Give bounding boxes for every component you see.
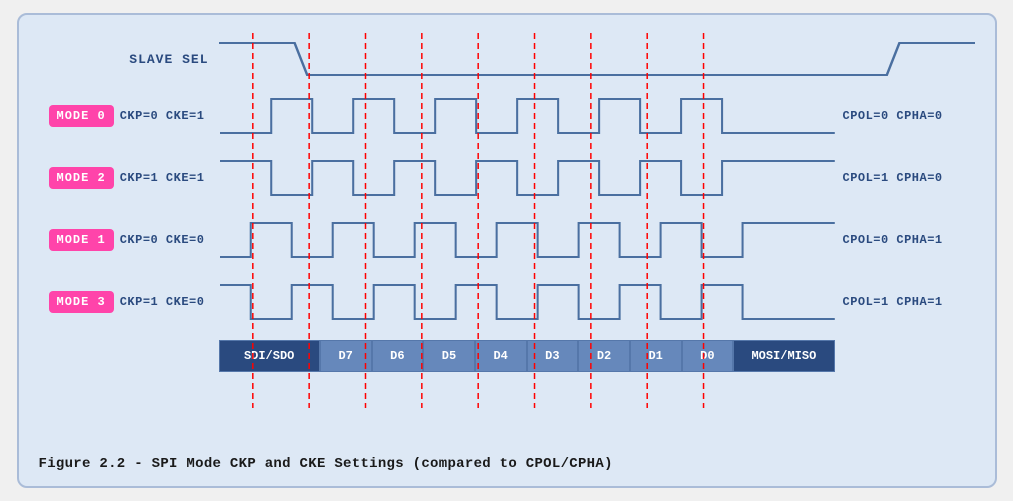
- figure-caption: Figure 2.2 - SPI Mode CKP and CKE Settin…: [39, 456, 975, 472]
- slave-sel-label: SLAVE SEL: [49, 52, 219, 67]
- mode-0-params: CKP=0 CKE=1: [120, 109, 220, 123]
- data-seg-d7: D7: [320, 340, 372, 372]
- mode-1-row: MODE 1 CKP=0 CKE=0 CPOL=0 CPHA=1: [49, 209, 975, 271]
- mode-1-params: CKP=0 CKE=0: [120, 233, 220, 247]
- mode-0-row: MODE 0 CKP=0 CKE=1 CPOL=0 CPHA=0: [49, 85, 975, 147]
- data-seg-mosi-miso: MOSI/MISO: [733, 340, 834, 372]
- slave-sel-row: SLAVE SEL: [49, 33, 975, 85]
- mode-1-cpol: CPOL=0 CPHA=1: [835, 233, 975, 247]
- mode-2-row: MODE 2 CKP=1 CKE=1 CPOL=1 CPHA=0: [49, 147, 975, 209]
- mode-2-badge: MODE 2: [49, 167, 114, 189]
- mode-1-wave: [220, 209, 835, 271]
- mode-2-wave: [220, 147, 835, 209]
- mode-2-cpol: CPOL=1 CPHA=0: [835, 171, 975, 185]
- mode-0-badge: MODE 0: [49, 105, 114, 127]
- data-seg-d5: D5: [423, 340, 475, 372]
- mode-3-row: MODE 3 CKP=1 CKE=0 CPOL=1 CPHA=1: [49, 271, 975, 333]
- slave-sel-wave: [219, 33, 975, 85]
- diagram-container: SLAVE SEL MODE 0 CKP=0 CKE=1: [17, 13, 997, 488]
- mode-1-badge: MODE 1: [49, 229, 114, 251]
- mode-3-badge: MODE 3: [49, 291, 114, 313]
- diagram-area: SLAVE SEL MODE 0 CKP=0 CKE=1: [39, 33, 975, 446]
- mode-0-wave: [220, 85, 835, 147]
- mode-3-cpol: CPOL=1 CPHA=1: [835, 295, 975, 309]
- data-seg-d2: D2: [578, 340, 630, 372]
- data-seg-d1: D1: [630, 340, 682, 372]
- mode-3-params: CKP=1 CKE=0: [120, 295, 220, 309]
- data-seg-sdi-sdo: SDI/SDO: [219, 340, 320, 372]
- data-seg-d3: D3: [527, 340, 579, 372]
- mode-2-params: CKP=1 CKE=1: [120, 171, 220, 185]
- mode-3-wave: [220, 271, 835, 333]
- data-seg-d4: D4: [475, 340, 527, 372]
- data-row: SDI/SDO D7 D6 D5 D4 D3 D2 D1 D0 MOSI/MIS…: [49, 337, 975, 375]
- data-segments: SDI/SDO D7 D6 D5 D4 D3 D2 D1 D0 MOSI/MIS…: [219, 340, 835, 372]
- data-seg-d6: D6: [372, 340, 424, 372]
- mode-0-cpol: CPOL=0 CPHA=0: [835, 109, 975, 123]
- data-seg-d0: D0: [682, 340, 734, 372]
- signal-rows: SLAVE SEL MODE 0 CKP=0 CKE=1: [39, 33, 975, 446]
